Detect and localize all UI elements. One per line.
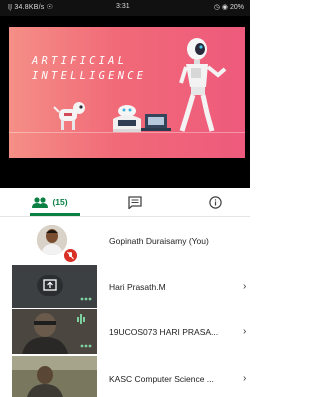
slide-title-line1: ARTIFICIAL	[32, 55, 128, 67]
participant-row[interactable]: Gopinath Duraisamy (You)	[0, 217, 250, 264]
participant-name: KASC Computer Science ...	[109, 374, 214, 384]
present-screen-badge	[37, 275, 63, 296]
presenting-tile	[12, 265, 97, 308]
people-count: (15)	[52, 197, 68, 207]
chevron-right-icon[interactable]: ›	[243, 373, 246, 384]
more-dots-icon	[80, 297, 92, 301]
status-bar: Ι͉Ι 34.8KB/s ☉ 3:31 ◷ ◉ 20%	[0, 0, 250, 16]
avatar	[37, 225, 67, 255]
participant-row[interactable]: 19UCOS073 HARI PRASA... ›	[0, 309, 250, 354]
people-icon	[32, 196, 49, 208]
active-tab-indicator	[30, 213, 80, 216]
info-icon	[208, 195, 222, 209]
presentation-view[interactable]: ARTIFICIAL INTELLIGENCE	[0, 16, 250, 188]
participant-row[interactable]: KASC Computer Science ... ›	[0, 356, 250, 397]
slide-title: ARTIFICIAL INTELLIGENCE	[32, 54, 146, 84]
chevron-right-icon[interactable]: ›	[243, 281, 246, 292]
presentation-slide: ARTIFICIAL INTELLIGENCE	[9, 27, 245, 158]
participant-name: Gopinath Duraisamy (You)	[109, 236, 209, 246]
panel-tabs: (15)	[0, 188, 250, 217]
participant-row[interactable]: Hari Prasath.M ›	[0, 264, 250, 309]
speaking-indicator-icon	[77, 314, 85, 324]
participant-name: 19UCOS073 HARI PRASA...	[109, 327, 219, 337]
tab-chat[interactable]	[95, 188, 175, 216]
present-screen-icon	[43, 279, 57, 291]
battery-status: ◷ ◉ 20%	[213, 4, 244, 11]
tab-people[interactable]: (15)	[0, 188, 84, 216]
mic-off-icon	[67, 251, 74, 260]
slide-title-line2: INTELLIGENCE	[32, 70, 147, 82]
laptop-illustration	[141, 114, 171, 131]
participant-name: Hari Prasath.M	[109, 282, 166, 292]
tab-info[interactable]	[180, 188, 250, 216]
clock: 3:31	[116, 3, 130, 10]
participant-video-tile	[12, 309, 97, 354]
robot-dog-illustration	[53, 102, 85, 130]
network-status: Ι͉Ι 34.8KB/s ☉	[8, 4, 54, 11]
participant-video-tile	[12, 356, 97, 397]
chat-icon	[128, 195, 142, 209]
muted-mic-badge	[64, 249, 77, 262]
more-dots-icon	[80, 344, 92, 348]
humanoid-robot-illustration	[179, 38, 227, 132]
dome-robot-illustration	[113, 105, 141, 132]
chevron-right-icon[interactable]: ›	[243, 326, 246, 337]
